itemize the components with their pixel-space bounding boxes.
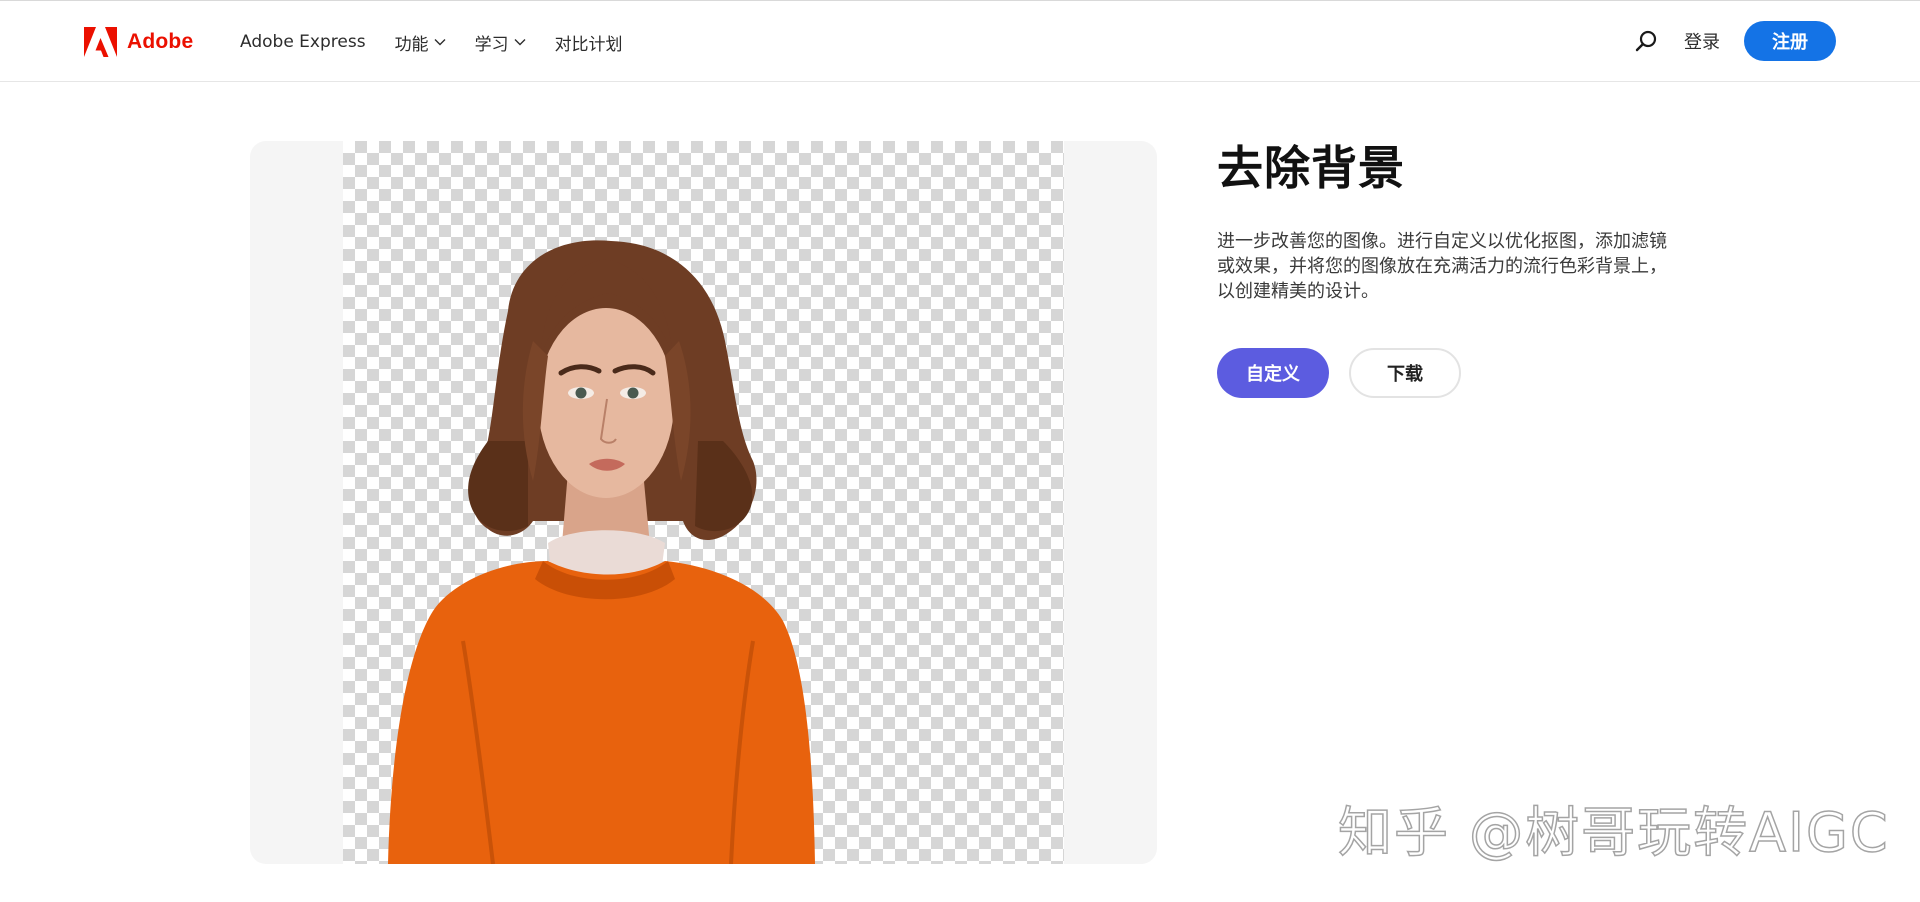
nav-item-features[interactable]: 功能 [395,30,446,55]
brand-name: Adobe [127,30,194,53]
watermark-text: 知乎 @树哥玩转AIGC [1337,800,1890,865]
nav-item-label: Adobe Express [240,32,366,52]
site-header: Adobe Adobe Express 功能 学习 对比计划 登录 注册 [0,1,1920,82]
search-icon [1635,30,1657,52]
main-nav: Adobe Express 功能 学习 对比计划 [240,30,652,55]
customize-button[interactable]: 自定义 [1217,348,1329,398]
adobe-logo-icon [84,27,117,57]
page-description: 进一步改善您的图像。进行自定义以优化抠图，添加滤镜或效果，并将您的图像放在充满活… [1217,231,1667,302]
chevron-down-icon [514,39,526,46]
header-actions: 登录 注册 [1632,21,1836,61]
page-title: 去除背景 [1217,141,1405,195]
adobe-brand-link[interactable]: Adobe [84,27,193,57]
cutout-portrait-image [388,240,815,864]
action-buttons: 自定义 下载 [1217,348,1461,398]
signup-button[interactable]: 注册 [1744,21,1836,61]
chevron-down-icon [434,39,446,46]
nav-item-learn[interactable]: 学习 [475,30,526,55]
login-link[interactable]: 登录 [1684,28,1720,54]
image-preview-panel [250,141,1157,864]
nav-item-label: 学习 [474,34,509,55]
nav-item-compare-plans[interactable]: 对比计划 [555,30,623,55]
download-button[interactable]: 下载 [1349,348,1461,398]
nav-item-adobe-express[interactable]: Adobe Express [240,32,366,52]
nav-item-label: 对比计划 [554,34,623,55]
search-button[interactable] [1632,27,1660,55]
nav-item-label: 功能 [394,34,429,55]
